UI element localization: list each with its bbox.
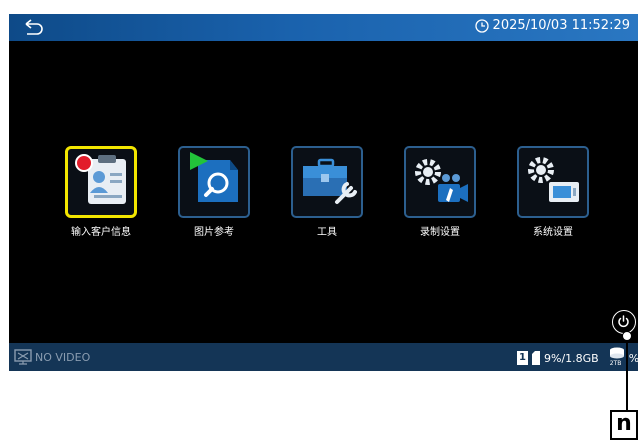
tile-recording-settings[interactable] bbox=[404, 146, 476, 218]
storage-slot-badge: 1 bbox=[517, 351, 528, 365]
callout-line bbox=[626, 335, 628, 413]
callout-marker bbox=[622, 331, 632, 341]
hard-drive-icon bbox=[609, 347, 624, 359]
menu-item-tools[interactable]: 工具 bbox=[288, 146, 366, 238]
main-menu: 输入客户信息 图片参考 工具 录制设置 系统设置 bbox=[9, 146, 638, 256]
hdd-indicator: 2TB bbox=[609, 347, 625, 367]
clock-icon bbox=[474, 18, 489, 33]
video-status-text: NO VIDEO bbox=[35, 350, 91, 364]
menu-item-recording-settings[interactable]: 录制设置 bbox=[401, 146, 479, 238]
customer-info-icon bbox=[75, 154, 126, 204]
status-bar: NO VIDEO 1 9%/1.8GB 2TB % bbox=[9, 343, 638, 371]
storage-usage-2-text: % bbox=[629, 352, 638, 365]
menu-item-image-reference[interactable]: 图片参考 bbox=[175, 146, 253, 238]
tile-system-settings[interactable] bbox=[517, 146, 589, 218]
system-settings-icon bbox=[528, 157, 579, 202]
menu-label: 图片参考 bbox=[194, 227, 234, 238]
toolbox-icon bbox=[303, 158, 357, 204]
menu-label: 工具 bbox=[317, 227, 337, 238]
tile-customer-info[interactable] bbox=[65, 146, 137, 218]
menu-item-system-settings[interactable]: 系统设置 bbox=[514, 146, 592, 238]
tile-tools[interactable] bbox=[291, 146, 363, 218]
tile-image-reference[interactable] bbox=[178, 146, 250, 218]
storage-indicator: 1 9%/1.8GB 2TB % bbox=[517, 347, 638, 367]
power-button[interactable] bbox=[612, 310, 636, 334]
storage-usage-text: 9%/1.8GB bbox=[544, 351, 599, 365]
datetime-display: 2025/10/03 11:52:29 bbox=[474, 18, 630, 33]
back-arrow-icon bbox=[25, 19, 43, 35]
menu-label: 录制设置 bbox=[420, 227, 460, 238]
callout-label: n bbox=[610, 410, 638, 440]
device-screen: 2025/10/03 11:52:29 输入客户信息 图片参考 工具 录制设置 … bbox=[9, 14, 638, 371]
menu-label: 系统设置 bbox=[533, 227, 573, 238]
recording-settings-icon bbox=[415, 159, 468, 202]
image-reference-icon bbox=[190, 152, 238, 202]
menu-label: 输入客户信息 bbox=[71, 227, 131, 238]
no-video-monitor-icon bbox=[14, 349, 32, 365]
video-status: NO VIDEO bbox=[14, 349, 90, 365]
storage-capacity-label: 2TB bbox=[609, 360, 622, 367]
datetime-text: 2025/10/03 11:52:29 bbox=[492, 18, 630, 33]
menu-item-customer-info[interactable]: 输入客户信息 bbox=[62, 146, 140, 238]
sd-card-icon bbox=[532, 351, 540, 365]
top-bar: 2025/10/03 11:52:29 bbox=[9, 14, 638, 41]
power-icon bbox=[618, 315, 629, 328]
back-button[interactable] bbox=[23, 19, 45, 37]
